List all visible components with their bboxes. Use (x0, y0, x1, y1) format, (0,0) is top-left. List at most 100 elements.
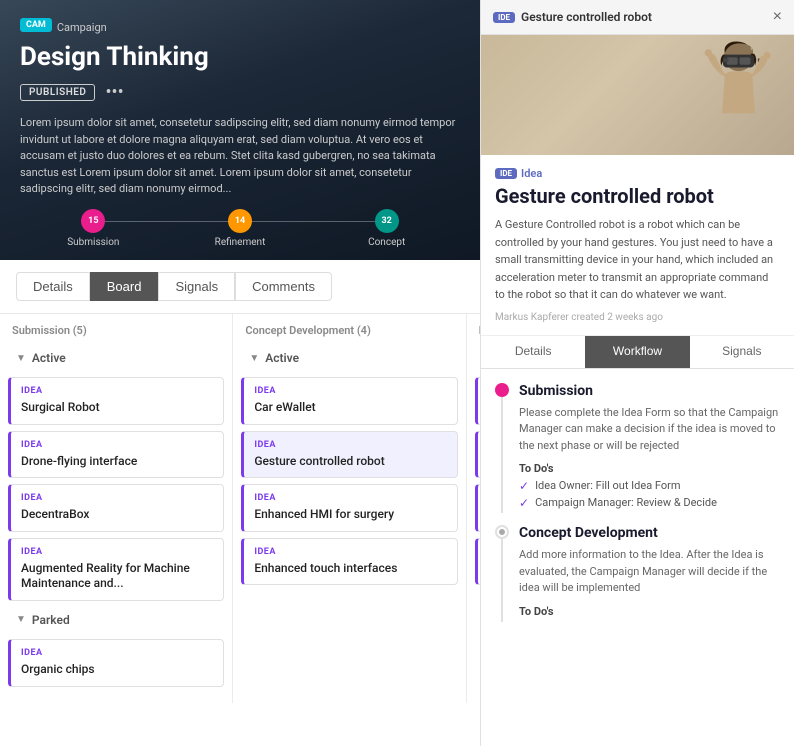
idea-tag: IDEA (21, 386, 213, 396)
concept-step-desc: Add more information to the Idea. After … (519, 547, 780, 597)
idea-panel-description: A Gesture Controlled robot is a robot wh… (495, 216, 780, 304)
workflow-body: Submission Please complete the Idea Form… (481, 369, 794, 746)
tabs-row: Details Board Signals Comments (0, 260, 480, 314)
concept-step-title: Concept Development (519, 525, 780, 541)
column-submission: Submission (5) ▼ Active IDEA Surgical Ro… (0, 314, 233, 703)
submission-step-desc: Please complete the Idea Form so that th… (519, 405, 780, 455)
campaign-type-badge: CAM (20, 18, 52, 32)
idea-panel-badge: IDE Idea (495, 167, 780, 180)
ide-header-badge: IDE (493, 12, 515, 23)
idea-title: Enhanced touch interfaces (254, 561, 446, 577)
campaign-description: Lorem ipsum dolor sit amet, consetetur s… (20, 115, 460, 198)
active-label-2: Active (265, 351, 299, 365)
idea-card-ewallet[interactable]: IDEA Car eWallet (241, 377, 457, 425)
phase-submission[interactable]: 15 Submission (20, 209, 167, 248)
campaign-header: CAM Campaign Design Thinking PUBLISHED •… (0, 0, 480, 260)
column-implementation: Implementati... ▼ Active IDEA Voice inte… (467, 314, 480, 703)
active-section-label: ▼ Active (8, 347, 224, 369)
column-submission-header: Submission (5) (8, 324, 224, 337)
idea-panel-meta: Markus Kapferer created 2 weeks ago (495, 312, 780, 323)
right-panel-title-text: Gesture controlled robot (521, 10, 652, 24)
idea-title: Gesture controlled robot (254, 454, 446, 470)
campaign-title: Design Thinking (20, 42, 460, 72)
column-concept-header: Concept Development (4) (241, 324, 457, 337)
idea-tag: IDEA (21, 547, 213, 557)
idea-card-organic-chips[interactable]: IDEA Organic chips (8, 639, 224, 687)
idea-tag: IDEA (254, 493, 446, 503)
step-indicator-concept (495, 525, 509, 622)
idea-card-decentrabox[interactable]: IDEA DecentraBox (8, 484, 224, 532)
idea-title: Augmented Reality for Machine Maintenanc… (21, 561, 213, 592)
idea-card-hmi[interactable]: IDEA Enhanced HMI for surgery (241, 484, 457, 532)
refinement-label: Refinement (215, 237, 266, 248)
right-tab-signals[interactable]: Signals (690, 336, 794, 368)
idea-tag: IDEA (21, 440, 213, 450)
step-line (501, 397, 503, 514)
close-button[interactable]: × (773, 8, 782, 26)
idea-card-drone[interactable]: IDEA Drone-flying interface (8, 431, 224, 479)
idea-tag: IDEA (254, 386, 446, 396)
idea-type-label: Idea (521, 167, 542, 180)
step-indicator-submission (495, 383, 509, 514)
parked-chevron: ▼ (16, 614, 26, 625)
idea-card-touch[interactable]: IDEA Enhanced touch interfaces (241, 538, 457, 586)
idea-panel-title: Gesture controlled robot (495, 184, 780, 208)
board-content: Submission (5) ▼ Active IDEA Surgical Ro… (0, 314, 480, 745)
published-badge: PUBLISHED (20, 84, 95, 101)
active-label: Active (32, 351, 66, 365)
right-tab-workflow[interactable]: Workflow (585, 336, 689, 368)
active-section-label-2: ▼ Active (241, 347, 457, 369)
submission-label: Submission (67, 237, 119, 248)
columns-wrapper: Submission (5) ▼ Active IDEA Surgical Ro… (0, 314, 480, 703)
active-chevron: ▼ (16, 353, 26, 364)
idea-card-ar[interactable]: IDEA Augmented Reality for Machine Maint… (8, 538, 224, 601)
idea-card-surgical-robot[interactable]: IDEA Surgical Robot (8, 377, 224, 425)
person-illustration (694, 40, 774, 150)
idea-tag: IDEA (254, 547, 446, 557)
tab-signals[interactable]: Signals (158, 272, 235, 301)
step-content-concept: Concept Development Add more information… (519, 525, 780, 622)
idea-card-gesture-robot[interactable]: IDEA Gesture controlled robot (241, 431, 457, 479)
right-panel-header: IDE Gesture controlled robot × (481, 0, 794, 35)
todos-label: To Do's (519, 462, 780, 475)
ide-idea-badge: IDE (495, 168, 517, 179)
more-options-menu[interactable]: ••• (105, 82, 123, 103)
left-panel: CAM Campaign Design Thinking PUBLISHED •… (0, 0, 480, 746)
tab-details[interactable]: Details (16, 272, 90, 301)
todo-text-1: Idea Owner: Fill out Idea Form (535, 479, 680, 492)
parked-label: Parked (32, 613, 70, 627)
todo-check-icon: ✓ (519, 479, 529, 493)
idea-info-section: IDE Idea Gesture controlled robot A Gest… (481, 155, 794, 336)
column-concept: Concept Development (4) ▼ Active IDEA Ca… (233, 314, 466, 703)
active-chevron-2: ▼ (249, 353, 259, 364)
right-tabs: Details Workflow Signals (481, 336, 794, 369)
step-dot-submission (495, 383, 509, 397)
step-line-2 (501, 539, 503, 622)
idea-tag: IDEA (254, 440, 446, 450)
idea-tag: IDEA (21, 493, 213, 503)
idea-title: Organic chips (21, 662, 213, 678)
workflow-step-submission: Submission Please complete the Idea Form… (495, 383, 780, 514)
tab-comments[interactable]: Comments (235, 272, 332, 301)
todo-text-2: Campaign Manager: Review & Decide (535, 496, 717, 509)
idea-tag: IDEA (21, 648, 213, 658)
right-tab-details[interactable]: Details (481, 336, 585, 368)
phase-row: 15 Submission 14 Refinement 32 Concept (0, 209, 480, 260)
idea-title: Enhanced HMI for surgery (254, 507, 446, 523)
idea-title: Drone-flying interface (21, 454, 213, 470)
parked-section-label: ▼ Parked (8, 609, 224, 631)
phase-concept[interactable]: 32 Concept (313, 209, 460, 248)
phase-refinement[interactable]: 14 Refinement (167, 209, 314, 248)
idea-title: DecentraBox (21, 507, 213, 523)
right-panel: IDE Gesture controlled robot × (480, 0, 794, 746)
submission-step-title: Submission (519, 383, 780, 399)
todo-check-icon-2: ✓ (519, 496, 529, 510)
workflow-step-concept: Concept Development Add more information… (495, 525, 780, 622)
refinement-count: 14 (228, 209, 252, 233)
concept-label: Concept (368, 237, 405, 248)
campaign-type-label: Campaign (57, 21, 107, 34)
right-header-title: IDE Gesture controlled robot (493, 10, 652, 24)
concept-count: 32 (375, 209, 399, 233)
idea-title: Car eWallet (254, 400, 446, 416)
tab-board[interactable]: Board (90, 272, 159, 301)
